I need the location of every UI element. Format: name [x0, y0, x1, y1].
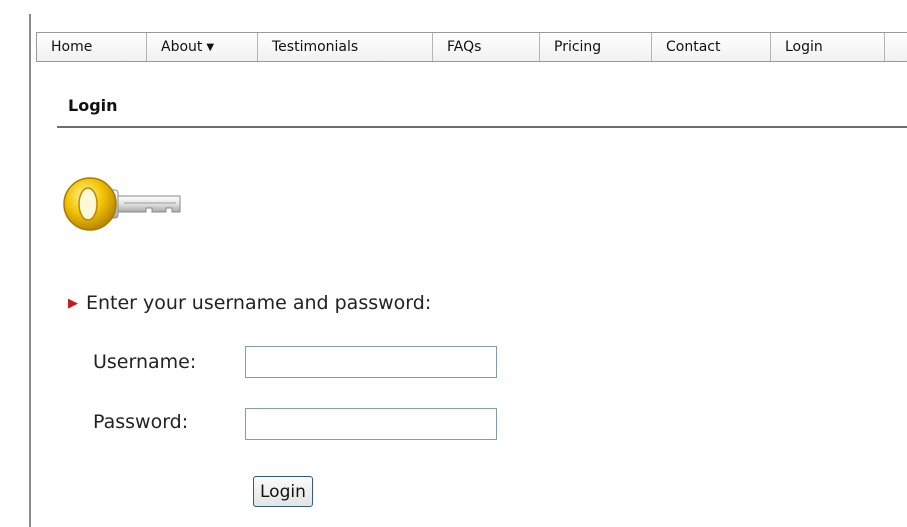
- page-title: Login: [68, 96, 118, 115]
- login-instructions: ▶ Enter your username and password:: [68, 292, 431, 314]
- nav-item-about[interactable]: About ▼: [147, 33, 258, 61]
- nav-item-label: Pricing: [554, 39, 602, 55]
- left-border-rule: [29, 14, 31, 527]
- chevron-down-icon: ▼: [206, 42, 215, 53]
- login-button[interactable]: Login: [253, 476, 313, 507]
- nav-item-login[interactable]: Login: [771, 33, 885, 61]
- nav-item-label: Contact: [666, 39, 721, 55]
- nav-item-label: FAQs: [447, 39, 482, 55]
- nav-item-testimonials[interactable]: Testimonials: [258, 33, 433, 61]
- nav-item-contact[interactable]: Contact: [652, 33, 771, 61]
- username-input[interactable]: [245, 346, 497, 378]
- nav-item-label: About: [161, 39, 203, 55]
- nav-item-pricing[interactable]: Pricing: [540, 33, 652, 61]
- title-divider: [57, 126, 907, 128]
- username-label: Username:: [93, 351, 197, 373]
- nav-item-faqs[interactable]: FAQs: [433, 33, 540, 61]
- password-label: Password:: [93, 411, 189, 433]
- prompt-text: Enter your username and password:: [86, 292, 432, 314]
- password-input[interactable]: [245, 408, 497, 440]
- nav-item-label: Login: [785, 39, 823, 55]
- play-arrow-icon: ▶: [68, 296, 78, 311]
- nav-item-home[interactable]: Home: [37, 33, 147, 61]
- nav-item-label: Home: [51, 39, 93, 55]
- key-icon: [62, 176, 182, 240]
- nav-item-label: Testimonials: [272, 39, 359, 55]
- top-nav-bar: Home About ▼ Testimonials FAQs Pricing Co…: [36, 32, 907, 62]
- page-frame: Home About ▼ Testimonials FAQs Pricing Co…: [0, 0, 907, 527]
